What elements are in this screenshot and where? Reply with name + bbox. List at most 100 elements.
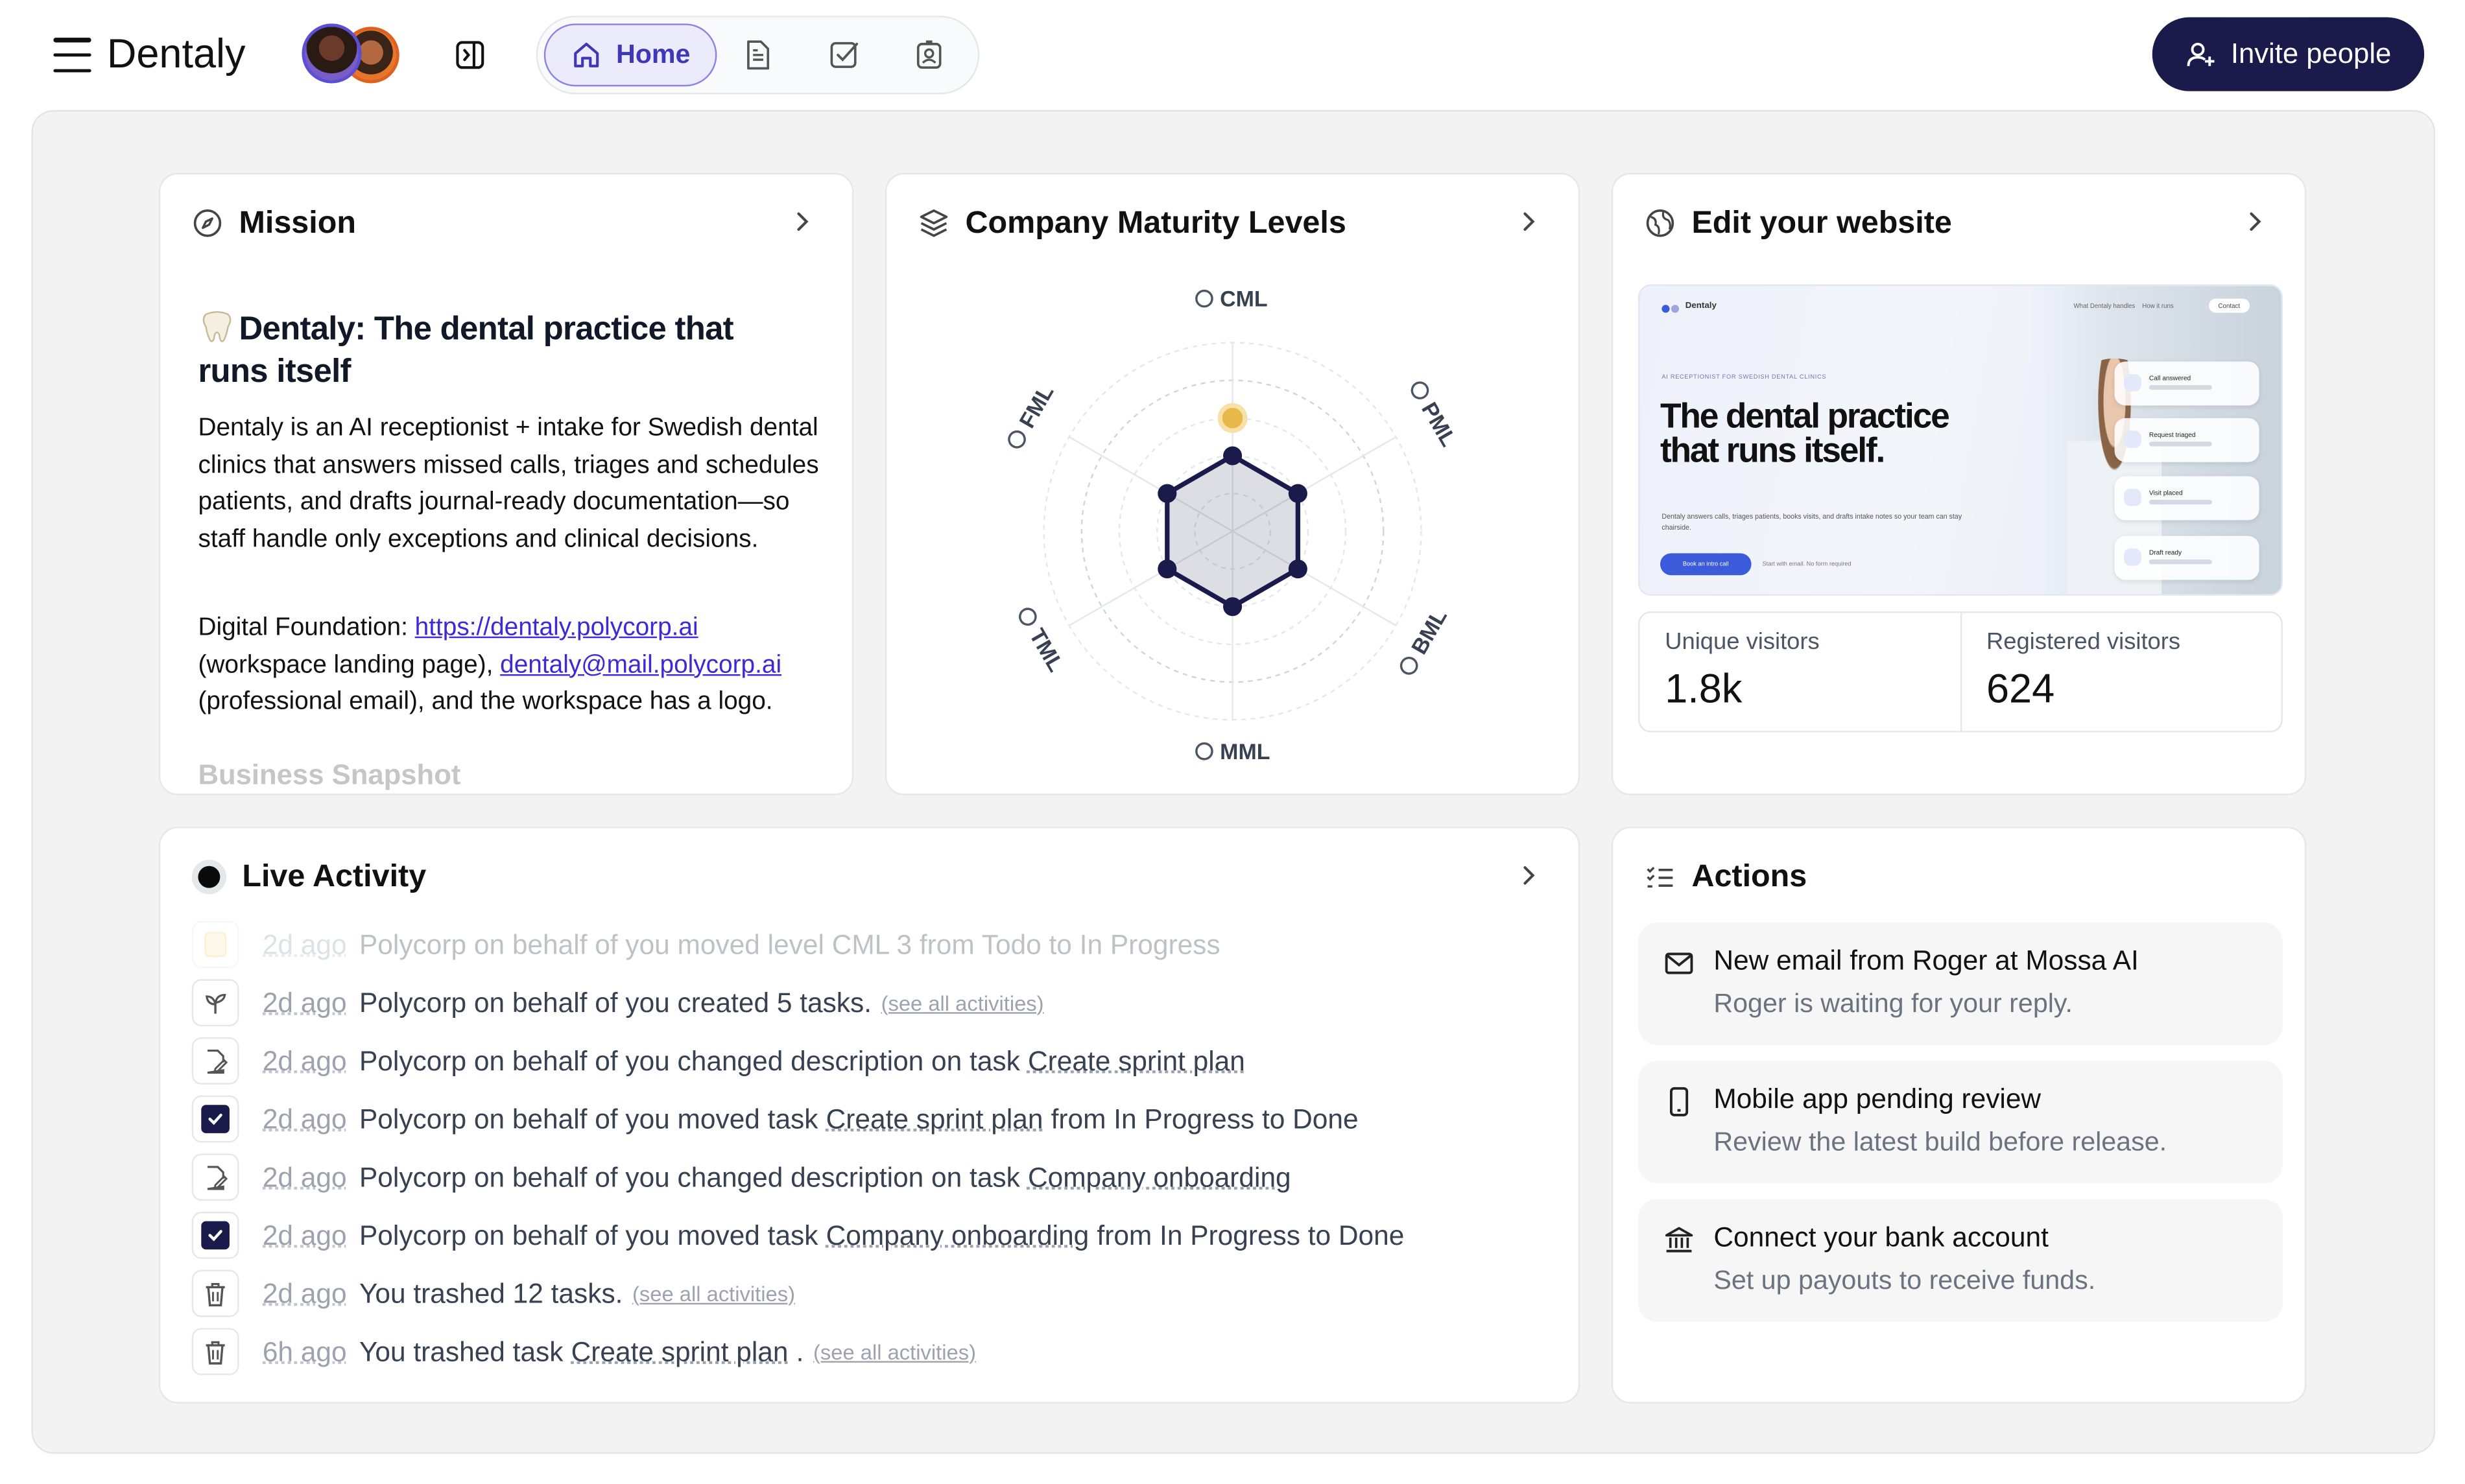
activity-text: You trashed 12 tasks.: [359, 1277, 623, 1309]
nav-pill-bar: Home: [536, 16, 980, 95]
activity-row: 2d ago You trashed 12 tasks. (see all acti…: [191, 1269, 795, 1317]
checklist-icon: [1647, 866, 1673, 888]
document-icon[interactable]: [741, 38, 775, 72]
trash-icon: [191, 1328, 239, 1376]
sidebar-toggle-icon[interactable]: [449, 34, 490, 75]
maturity-polygon: [1165, 453, 1300, 609]
axis-label-cml: CML: [1195, 287, 1268, 312]
task-link[interactable]: Company onboarding: [1028, 1160, 1291, 1194]
axis-label-text: FML: [1015, 381, 1059, 432]
chevron-right-icon[interactable]: [789, 209, 815, 234]
sprout-icon: [191, 979, 239, 1027]
task-check-icon[interactable]: [827, 38, 861, 72]
activity-text: Polycorp on behalf of you moved task: [359, 1218, 818, 1251]
hamburger-menu-icon[interactable]: [53, 38, 91, 73]
preview-cta-button: Book an intro call: [1660, 553, 1752, 576]
task-link[interactable]: Create sprint plan: [571, 1335, 789, 1368]
axis-icon: [1399, 657, 1418, 675]
activity-row: 2d ago Polycorp on behalf of you moved le…: [191, 921, 1221, 969]
axis-label-text: MML: [1220, 740, 1270, 764]
axis-label-bml: BML: [1399, 605, 1452, 675]
activity-text-tail: from In Progress to Done: [1097, 1218, 1405, 1251]
website-card[interactable]: Edit your website Dentaly What Dentaly h…: [1611, 172, 2307, 795]
action-item-mobile-review[interactable]: Mobile app pending review Review the lat…: [1638, 1061, 2283, 1184]
invite-people-label: Invite people: [2230, 38, 2392, 69]
compass-icon: [193, 209, 222, 237]
activity-text: Polycorp on behalf of you moved level CM…: [359, 928, 1221, 960]
mission-body: Dentaly is an AI receptionist + intake f…: [198, 414, 819, 553]
trash-icon: [191, 1269, 239, 1317]
landing-page-link[interactable]: https://dentaly.polycorp.ai: [415, 615, 698, 641]
mission-headline: Dentaly: The dental practice that runs i…: [198, 308, 811, 393]
preview-status-card: Request triaged: [2114, 418, 2259, 462]
task-link[interactable]: Create sprint plan: [1028, 1044, 1245, 1078]
activity-time: 2d ago: [262, 986, 347, 1018]
card-title: Actions: [1691, 858, 1807, 894]
activity-row: 2d ago Polycorp on behalf of you moved ta…: [191, 1095, 1359, 1143]
chevron-right-icon[interactable]: [1516, 863, 1541, 888]
maturity-point-fml: [1158, 484, 1177, 503]
live-indicator-icon: [191, 860, 227, 895]
preview-headline: The dental practice that runs itself.: [1660, 395, 1950, 469]
activity-text-tail: from In Progress to Done: [1051, 1102, 1359, 1135]
axis-icon: [1008, 430, 1026, 449]
activity-text: Polycorp on behalf of you created 5 task…: [359, 986, 872, 1018]
see-all-activities-link[interactable]: (see all activities): [632, 1282, 795, 1305]
add-user-icon: [2187, 41, 2215, 65]
activity-row: 2d ago Polycorp on behalf of you changed …: [191, 1037, 1245, 1085]
activity-text: You trashed task: [359, 1335, 564, 1367]
action-item-bank[interactable]: Connect your bank account Set up payouts…: [1638, 1199, 2283, 1322]
business-snapshot-heading: Business Snapshot: [198, 759, 461, 791]
invite-people-button[interactable]: Invite people: [2152, 17, 2425, 91]
activity-text: Polycorp on behalf of you changed descri…: [359, 1044, 1020, 1076]
see-all-activities-link[interactable]: (see all activities): [813, 1340, 976, 1363]
activity-time: 2d ago: [262, 1277, 347, 1309]
email-link[interactable]: dentaly@mail.polycorp.ai: [500, 652, 781, 678]
contact-card-icon[interactable]: [912, 38, 946, 72]
checkbox-checked-icon: [191, 1212, 239, 1259]
unique-visitors-stat: Unique visitors 1.8k: [1665, 628, 1820, 713]
axis-label-text: TML: [1025, 624, 1069, 676]
website-preview[interactable]: Dentaly What Dentaly handles How it runs…: [1638, 284, 2283, 596]
globe-icon: [1646, 209, 1674, 237]
activity-time: 2d ago: [262, 928, 347, 960]
maturity-point-tml: [1158, 559, 1177, 579]
task-link[interactable]: Create sprint plan: [826, 1103, 1043, 1136]
activity-time: 2d ago: [262, 1102, 347, 1135]
activity-time: 2d ago: [262, 1218, 347, 1251]
brand-name: Dentaly: [106, 30, 246, 77]
avatar[interactable]: [302, 23, 362, 84]
maturity-card[interactable]: Company Maturity Levels CML PML BML MML TML F…: [885, 172, 1580, 795]
action-item-email[interactable]: New email from Roger at Mossa AI Roger i…: [1638, 923, 2283, 1046]
activity-time: 6h ago: [262, 1335, 347, 1367]
tab-home-label: Home: [615, 39, 691, 69]
live-activity-card[interactable]: Live Activity 2d ago Polycorp on behalf o…: [158, 827, 1580, 1404]
card-title: Live Activity: [242, 858, 427, 894]
mission-card[interactable]: Mission Dentaly: The dental practice tha…: [158, 172, 854, 795]
preview-brand: Dentaly: [1685, 301, 1717, 311]
task-link[interactable]: Company onboarding: [826, 1219, 1090, 1252]
axis-label-fml: FML: [1008, 381, 1059, 449]
activity-row: 6h ago You trashed task Create sprint plan…: [191, 1328, 976, 1376]
activity-text: Polycorp on behalf of you changed descri…: [359, 1160, 1020, 1192]
preview-eyebrow: AI RECEPTIONIST FOR SWEDISH DENTAL CLINI…: [1661, 373, 1827, 381]
bank-icon: [1665, 1227, 1693, 1253]
activity-time: 2d ago: [262, 1044, 347, 1076]
activity-text: Polycorp on behalf of you moved task: [359, 1102, 818, 1135]
see-all-activities-link[interactable]: (see all activities): [881, 991, 1044, 1014]
maturity-point-cml: [1223, 446, 1243, 465]
maturity-radar-chart: CML PML BML MML TML FML: [1008, 287, 1461, 764]
axis-label-mml: MML: [1195, 740, 1270, 764]
phone-icon: [1669, 1087, 1689, 1116]
activity-row: 2d ago Polycorp on behalf of you changed …: [191, 1153, 1291, 1201]
chevron-right-icon[interactable]: [2242, 209, 2267, 234]
tab-home[interactable]: Home: [543, 23, 717, 87]
actions-card[interactable]: Actions New email from Roger at Mossa AI…: [1611, 827, 2307, 1404]
edit-document-icon: [191, 1153, 239, 1201]
status-note-icon: [191, 921, 239, 969]
axis-icon: [1411, 381, 1429, 400]
tooth-icon: [202, 311, 232, 342]
axis-icon: [1019, 607, 1037, 626]
checkbox-checked-icon: [191, 1095, 239, 1143]
axis-label-tml: TML: [1019, 607, 1069, 676]
